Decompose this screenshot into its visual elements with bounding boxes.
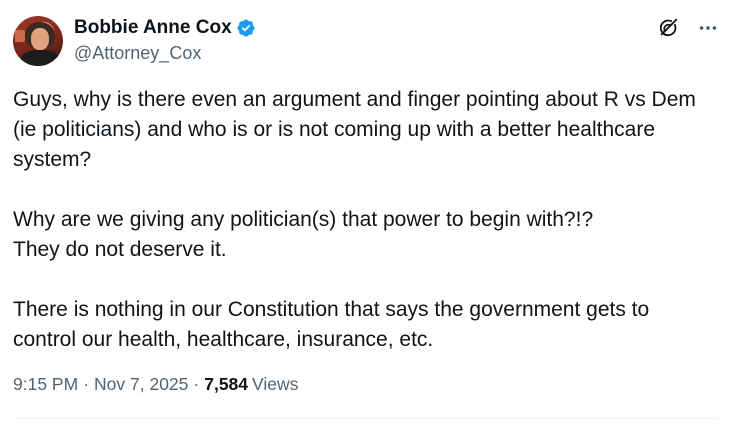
tweet-text: Guys, why is there even an argument and … bbox=[13, 88, 696, 351]
tweet-top-actions bbox=[656, 16, 720, 40]
tweet-time[interactable]: 9:15 PM bbox=[13, 374, 78, 395]
meta-separator: · bbox=[83, 374, 90, 394]
more-icon[interactable] bbox=[696, 16, 720, 40]
views-label[interactable]: Views bbox=[252, 374, 298, 395]
verified-badge-icon[interactable] bbox=[236, 18, 256, 38]
divider bbox=[13, 418, 719, 419]
author-display-name[interactable]: Bobbie Anne Cox bbox=[74, 17, 232, 39]
avatar-face bbox=[31, 28, 49, 50]
tweet-meta: 9:15 PM · Nov 7, 2025 · 7,584 Views bbox=[13, 374, 298, 395]
author-name-row: Bobbie Anne Cox bbox=[74, 17, 256, 39]
avatar[interactable] bbox=[13, 16, 63, 66]
avatar-background-plaque bbox=[15, 30, 25, 42]
grok-icon[interactable] bbox=[656, 16, 680, 40]
meta-separator: · bbox=[193, 374, 200, 394]
avatar-body bbox=[21, 50, 59, 66]
tweet-date[interactable]: Nov 7, 2025 bbox=[94, 374, 188, 395]
views-count[interactable]: 7,584 bbox=[204, 374, 248, 395]
author-handle[interactable]: @Attorney_Cox bbox=[74, 43, 201, 64]
